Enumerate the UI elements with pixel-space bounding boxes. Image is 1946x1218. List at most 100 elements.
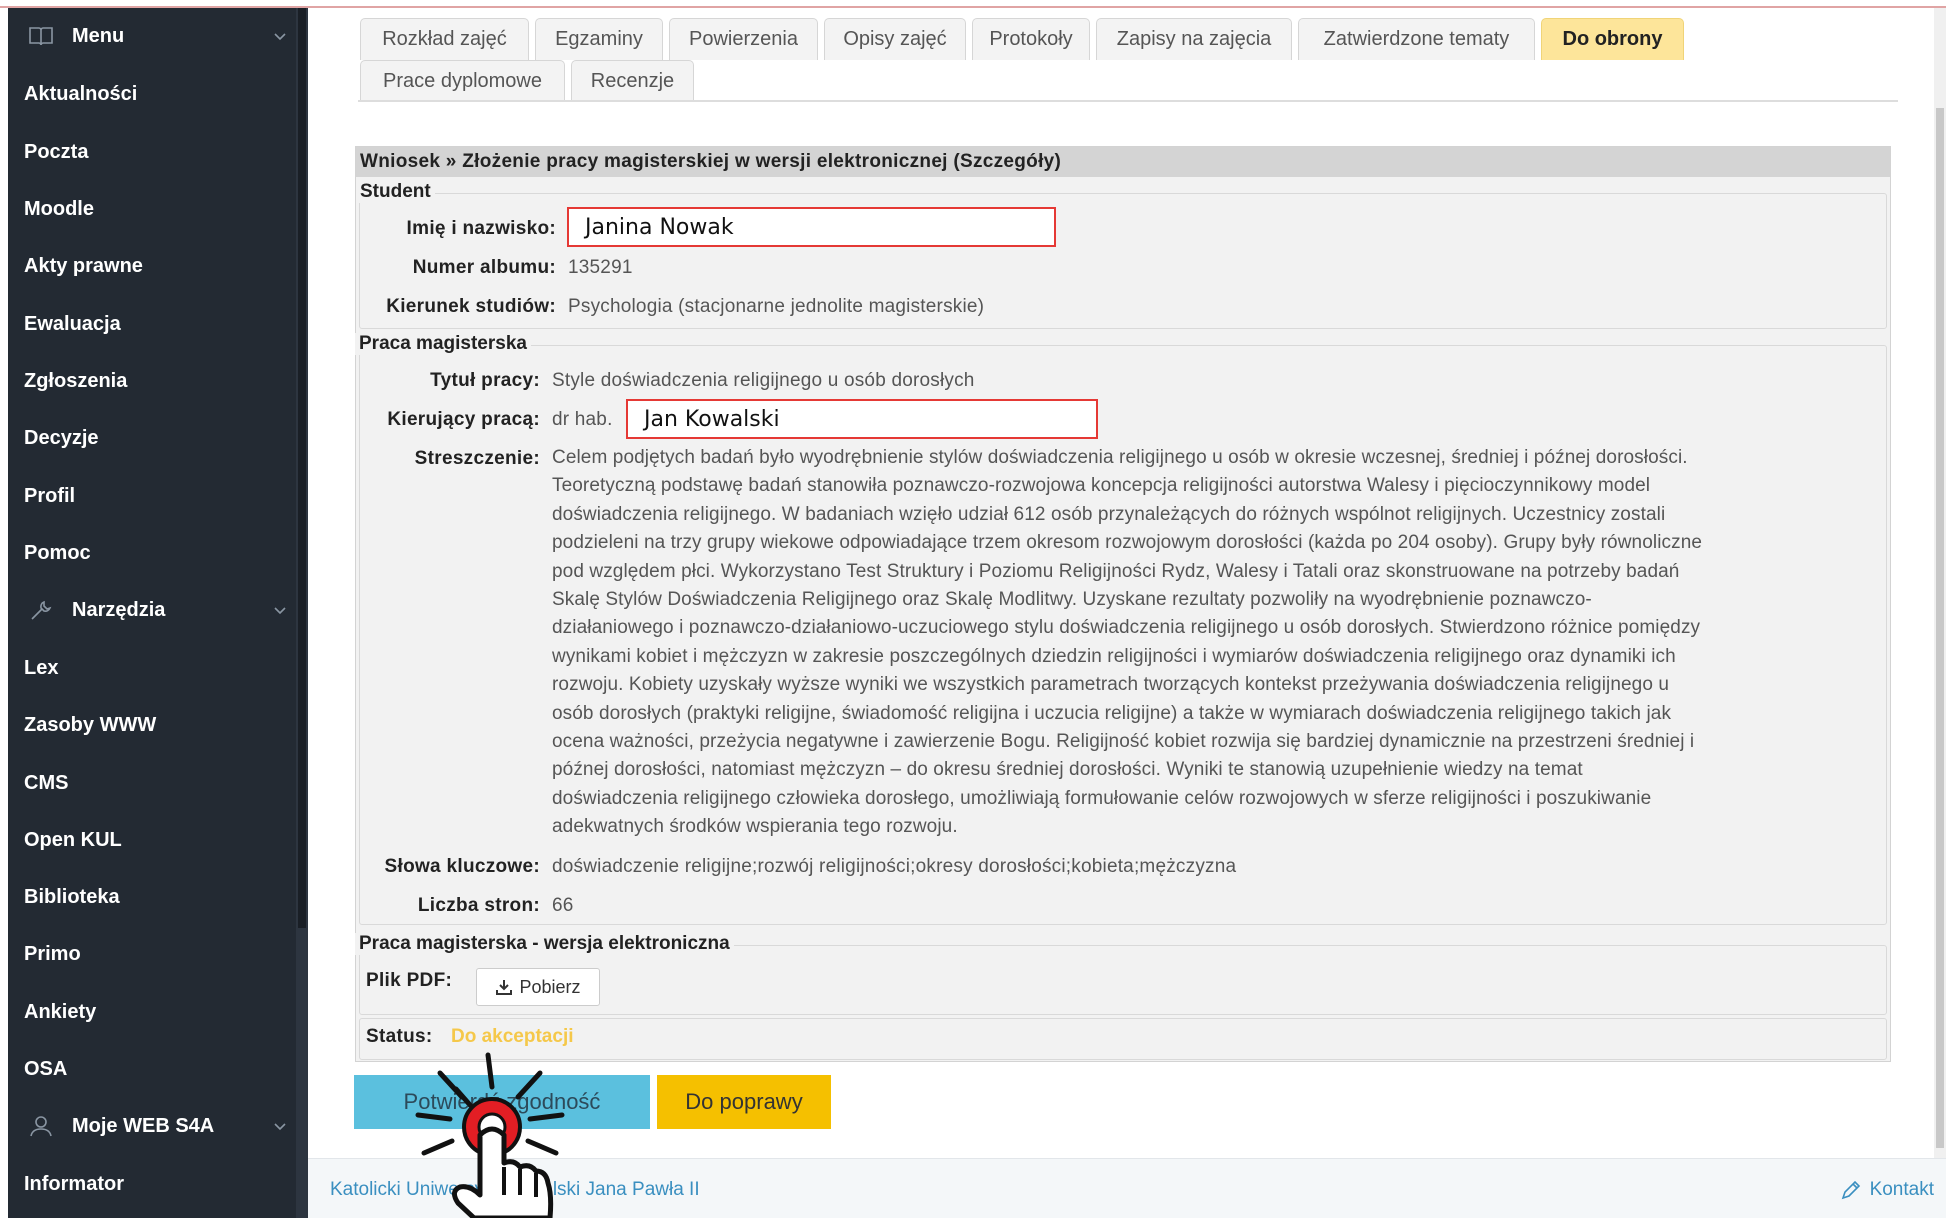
tab-rozklad-zajec[interactable]: Rozkład zajęć — [360, 18, 529, 60]
tab-recenzje[interactable]: Recenzje — [571, 60, 694, 102]
course-value: Psychologia (stacjonarne jednolite magis… — [568, 296, 985, 317]
abstract-line: Celem podjętych badań było wyodrębnienie… — [552, 447, 1688, 468]
sidebar-item-label: Akty prawne — [24, 254, 143, 277]
sidebar-item-profil[interactable]: Profil — [8, 468, 298, 524]
sidebar-item-cms[interactable]: CMS — [8, 755, 298, 811]
sidebar-item-label: Ewaluacja — [24, 312, 121, 335]
sidebar-item-label: Biblioteka — [24, 885, 120, 908]
sidebar-item-pomoc[interactable]: Pomoc — [8, 525, 298, 581]
student-name-value: Janina Nowak — [567, 207, 1056, 247]
tab-label: Rozkład zajęć — [382, 28, 507, 50]
page-scrollbar-thumb[interactable] — [1936, 108, 1944, 1148]
chevron-down-icon — [274, 607, 286, 615]
keywords-value: doświadczenie religijne;rozwój religijno… — [552, 856, 1237, 877]
download-icon — [496, 980, 513, 995]
sidebar-item-aktualnosci[interactable]: Aktualności — [8, 66, 298, 122]
electronic-legend: Praca magisterska - wersja elektroniczna — [355, 933, 734, 955]
book-icon — [29, 27, 53, 46]
sidebar-item-label: Pomoc — [24, 541, 91, 564]
sidebar-item-open-kul[interactable]: Open KUL — [8, 812, 298, 868]
download-button[interactable]: Pobierz — [476, 968, 600, 1006]
sidebar-item-biblioteka[interactable]: Biblioteka — [8, 869, 298, 925]
sidebar-item-label: Moje WEB S4A — [72, 1114, 215, 1137]
thesis-legend: Praca magisterska — [355, 333, 531, 355]
chevron-down-icon — [274, 33, 286, 41]
sidebar: Menu Aktualności Poczta Moodle Akty praw… — [8, 8, 308, 1218]
panel-heading: Wniosek » Złożenie pracy magisterskiej w… — [356, 147, 1890, 177]
abstract-line: pod względem płci. Wykorzystano Test Str… — [552, 560, 1680, 582]
sidebar-scrollbar-thumb[interactable] — [298, 8, 306, 928]
sidebar-group-moje-web-s4a[interactable]: Moje WEB S4A — [8, 1098, 298, 1154]
tab-zatwierdzone-tematy[interactable]: Zatwierdzone tematy — [1298, 18, 1535, 60]
sidebar-item-label: Primo — [24, 942, 81, 965]
tab-label: Powierzenia — [689, 28, 798, 50]
abstract-line: doświadczenia religijnego człowieka doro… — [552, 787, 1652, 809]
sidebar-item-label: Moodle — [24, 197, 94, 220]
click-hand-icon — [415, 1052, 565, 1218]
tab-powierzenia[interactable]: Powierzenia — [669, 18, 818, 60]
sidebar-item-label: Aktualności — [24, 82, 138, 105]
sidebar-item-akty-prawne[interactable]: Akty prawne — [8, 238, 298, 294]
supervisor-label: Kierujący pracą: — [387, 409, 540, 430]
sidebar-item-ankiety[interactable]: Ankiety — [8, 984, 298, 1040]
abstract-line: adekwatnych środków wspierania tego rozw… — [552, 816, 958, 838]
footer-contact-link[interactable]: Kontakt — [1840, 1179, 1934, 1201]
sidebar-item-osa[interactable]: OSA — [8, 1041, 298, 1097]
sidebar-item-label: CMS — [24, 771, 69, 794]
tab-label: Protokoły — [989, 28, 1073, 50]
sidebar-item-poczta[interactable]: Poczta — [8, 124, 298, 180]
abstract-line: osób dorosłych (praktyki religijne, świa… — [552, 702, 1672, 724]
contact-label: Kontakt — [1869, 1179, 1934, 1200]
sidebar-item-primo[interactable]: Primo — [8, 926, 298, 982]
page-scrollbar[interactable] — [1934, 8, 1946, 1158]
sidebar-item-decyzje[interactable]: Decyzje — [8, 410, 298, 466]
abstract-line: Skalę Stylów Doświadczenia Religijnego o… — [552, 589, 1592, 611]
pdf-label: Plik PDF: — [366, 970, 453, 991]
tab-opisy-zajec[interactable]: Opisy zajęć — [824, 18, 966, 60]
pages-value: 66 — [552, 895, 574, 916]
tab-protokoly[interactable]: Protokoły — [972, 18, 1090, 60]
tab-prace-dyplomowe[interactable]: Prace dyplomowe — [360, 60, 565, 102]
tab-do-obrony[interactable]: Do obrony — [1541, 18, 1684, 60]
sidebar-item-label: Poczta — [24, 140, 89, 163]
tab-egzaminy[interactable]: Egzaminy — [535, 18, 663, 60]
tab-label: Zatwierdzone tematy — [1323, 28, 1510, 50]
sidebar-item-label: Zgłoszenia — [24, 369, 128, 392]
keywords-label: Słowa kluczowe: — [384, 856, 540, 877]
abstract-line: rozwoju. Kobiety uzyskały wyższe wyniki … — [552, 674, 1670, 696]
sidebar-item-label: OSA — [24, 1057, 68, 1080]
sidebar-group-narzedzia[interactable]: Narzędzia — [8, 582, 298, 638]
title-value: Style doświadczenia religijnego u osób d… — [552, 370, 975, 391]
pages-label: Liczba stron: — [417, 895, 540, 916]
tab-label: Do obrony — [1562, 28, 1663, 50]
sidebar-scrollbar[interactable] — [296, 8, 308, 1218]
sidebar-item-ewaluacja[interactable]: Ewaluacja — [8, 296, 298, 352]
tab-label: Zapisy na zajęcia — [1116, 28, 1272, 50]
sidebar-item-label: Open KUL — [24, 828, 122, 851]
abstract-line: późnej dorosłości, natomiast mężczyzn – … — [552, 759, 1583, 781]
album-value: 135291 — [568, 257, 633, 278]
return-for-correction-button[interactable]: Do poprawy — [657, 1075, 831, 1129]
abstract-line: podzieleni na trzy grupy wiekowe odpowia… — [552, 532, 1703, 554]
sidebar-item-zasoby-www[interactable]: Zasoby WWW — [8, 697, 298, 753]
supervisor-value: Jan Kowalski — [626, 399, 1098, 439]
sidebar-item-label: Decyzje — [24, 426, 99, 449]
course-label: Kierunek studiów: — [386, 296, 556, 317]
abstract-label: Streszczenie: — [414, 448, 540, 469]
sidebar-item-lex[interactable]: Lex — [8, 640, 298, 696]
wrench-icon — [31, 600, 52, 620]
tab-label: Opisy zajęć — [843, 28, 947, 50]
tab-zapisy-na-zajecia[interactable]: Zapisy na zajęcia — [1096, 18, 1292, 60]
sidebar-item-informator[interactable]: Informator — [8, 1156, 298, 1212]
sidebar-item-label: Informator — [24, 1172, 124, 1195]
sidebar-item-label: Ankiety — [24, 1000, 97, 1023]
fix-label: Do poprawy — [685, 1089, 803, 1114]
tab-label: Prace dyplomowe — [383, 70, 542, 92]
sidebar-group-menu[interactable]: Menu — [8, 8, 298, 64]
sidebar-item-moodle[interactable]: Moodle — [8, 181, 298, 237]
download-label: Pobierz — [519, 976, 581, 997]
abstract-line: ocena ważności, przeżycia negatywne i za… — [552, 731, 1695, 753]
sidebar-item-label: Zasoby WWW — [24, 713, 157, 736]
abstract-line: Teoretyczną podstawę badań stanowiła poz… — [552, 475, 1651, 497]
sidebar-item-zgloszenia[interactable]: Zgłoszenia — [8, 353, 298, 409]
